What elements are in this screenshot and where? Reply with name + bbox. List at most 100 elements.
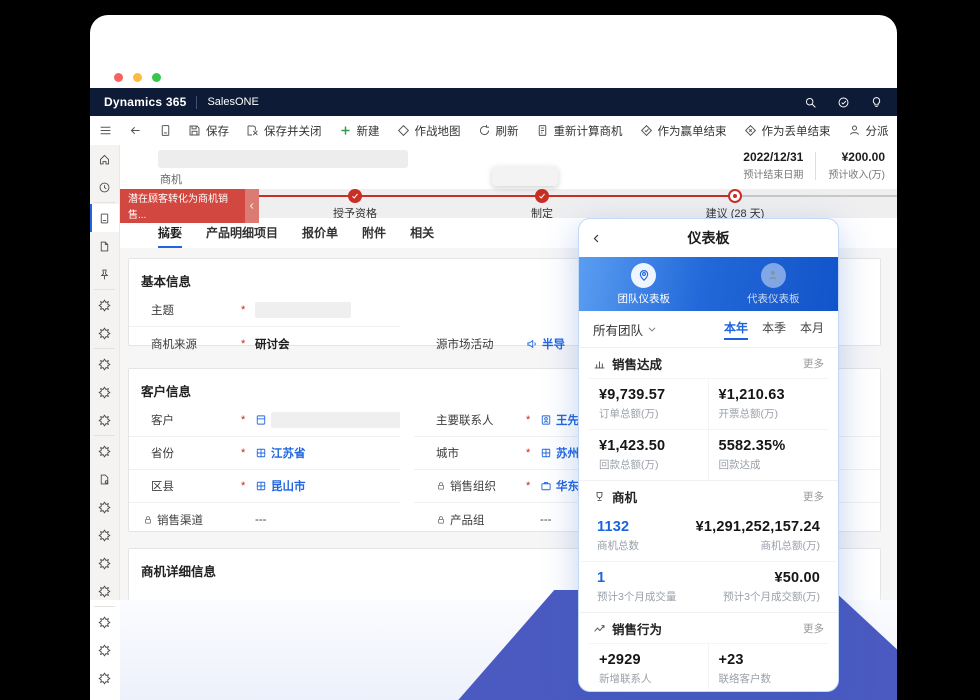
hamburger-menu-icon[interactable]	[99, 124, 112, 137]
field-label: 客户	[151, 412, 241, 428]
search-icon[interactable]	[804, 96, 817, 109]
section-opportunities: 商机 更多	[579, 480, 838, 511]
tab-related[interactable]: 相关	[410, 224, 434, 248]
assign-icon	[848, 124, 861, 137]
back-arrow-icon[interactable]	[129, 124, 142, 137]
sidebar-item-entity[interactable]	[90, 350, 119, 378]
chevron-left-icon	[591, 233, 602, 244]
sidebar-divider	[94, 348, 115, 349]
more-link[interactable]: 更多	[803, 356, 824, 371]
chevron-down-icon[interactable]	[647, 324, 657, 334]
sidebar-item-entity[interactable]	[90, 437, 119, 465]
sidebar-item-entity[interactable]	[90, 608, 119, 636]
refresh-button[interactable]: 刷新	[478, 123, 519, 139]
period-tab-year[interactable]: 本年	[724, 319, 748, 340]
county-value[interactable]: 昆山市	[255, 478, 306, 494]
sidebar-item-entity[interactable]	[90, 549, 119, 577]
sidebar-item-entity[interactable]	[90, 636, 119, 664]
tab-rep-dashboard[interactable]: 代表仪表板	[709, 257, 839, 311]
tab-quotes[interactable]: 报价单	[302, 224, 338, 248]
traffic-light-zoom[interactable]	[152, 73, 161, 82]
close-as-won-button[interactable]: 作为赢单结束	[640, 123, 727, 139]
lock-icon	[143, 515, 153, 525]
more-link[interactable]: 更多	[803, 621, 824, 636]
stage-propose-marker[interactable]	[728, 189, 742, 203]
process-banner[interactable]: 潜在顾客转化为商机销售... 已开启 42 天	[120, 189, 245, 223]
period-tab-quarter[interactable]: 本季	[762, 319, 786, 340]
campaign-value[interactable]: 半导	[526, 336, 565, 352]
lightbulb-icon[interactable]	[870, 96, 883, 109]
entity-placeholder-icon	[98, 299, 111, 312]
sidebar-item-entity[interactable]	[90, 493, 119, 521]
field-label: 销售渠道	[143, 512, 241, 528]
sidebar-item-entity[interactable]	[90, 319, 119, 347]
sidebar-item-pinned[interactable]	[90, 260, 119, 288]
record-title-redacted	[158, 150, 408, 168]
sidebar-item-home[interactable]	[90, 145, 119, 173]
period-tab-month[interactable]: 本月	[800, 319, 824, 340]
close-lost-icon	[744, 124, 757, 137]
subject-input-redacted[interactable]	[255, 302, 351, 318]
metric-order-total: ¥9,739.57 订单总额(万)	[589, 379, 709, 430]
megaphone-icon	[526, 338, 538, 350]
field-label: 商机来源	[151, 336, 241, 352]
bpf-progress-line	[259, 195, 735, 197]
assign-button[interactable]: 分派	[848, 123, 889, 139]
redacted-chip	[492, 166, 558, 186]
process-banner-collapse[interactable]	[245, 189, 259, 223]
sidebar-item-current-record[interactable]	[90, 204, 119, 232]
sidebar-item-reports[interactable]	[90, 465, 119, 493]
source-value[interactable]: 研讨会	[255, 336, 290, 352]
sidebar-divider	[94, 606, 115, 607]
tab-team-dashboard[interactable]: 团队仪表板	[579, 257, 709, 311]
team-pin-icon	[637, 268, 651, 282]
save-and-close-button[interactable]: 保存并关闭	[246, 123, 322, 139]
close-as-lost-button[interactable]: 作为丢单结束	[744, 123, 831, 139]
app-name[interactable]: SalesONE	[207, 96, 258, 108]
brand-logo[interactable]: Dynamics 365	[104, 95, 186, 109]
guidance-icon[interactable]	[837, 96, 850, 109]
traffic-light-close[interactable]	[114, 73, 123, 82]
record-entity-icon[interactable]	[159, 124, 172, 137]
chevron-left-icon	[248, 202, 256, 210]
product-group-value[interactable]: ---	[540, 514, 552, 526]
battle-map-button[interactable]: 作战地图	[397, 123, 461, 139]
sidebar-item-entity[interactable]	[90, 406, 119, 434]
new-button[interactable]: 新建	[339, 123, 380, 139]
plus-icon	[339, 124, 352, 137]
org-value[interactable]: 华东	[540, 478, 579, 494]
entity-placeholder-icon	[98, 327, 111, 340]
stage-qualify-check[interactable]	[348, 189, 362, 203]
sitemap-rail	[90, 145, 120, 600]
sidebar-item-entity[interactable]	[90, 291, 119, 319]
tab-attachments[interactable]: 附件	[362, 224, 386, 248]
province-value[interactable]: 江苏省	[255, 445, 306, 461]
save-button[interactable]: 保存	[188, 123, 229, 139]
traffic-light-minimize[interactable]	[133, 73, 142, 82]
required-asterisk: *	[241, 304, 255, 316]
opportunity-count[interactable]: 1132	[597, 519, 639, 535]
battle-map-icon	[397, 124, 410, 137]
account-value[interactable]	[255, 412, 400, 428]
channel-value[interactable]: ---	[255, 514, 267, 526]
back-button[interactable]	[591, 230, 607, 246]
sidebar-item-entity[interactable]	[90, 521, 119, 549]
team-filter-dropdown[interactable]: 所有团队	[593, 320, 643, 339]
stage-develop-check[interactable]	[535, 189, 549, 203]
sidebar-item-documents[interactable]	[90, 232, 119, 260]
entity-placeholder-icon	[98, 644, 111, 657]
more-link[interactable]: 更多	[803, 489, 824, 504]
sidebar-item-entity[interactable]	[90, 577, 119, 605]
required-asterisk: *	[241, 447, 255, 459]
forecast-count[interactable]: 1	[597, 570, 676, 586]
sidebar-item-entity[interactable]	[90, 378, 119, 406]
sales-metric-grid: ¥9,739.57 订单总额(万) ¥1,210.63 开票总额(万) ¥1,4…	[589, 378, 828, 480]
metric-payment-total: ¥1,423.50 回款总额(万)	[589, 430, 709, 480]
sidebar-divider	[94, 202, 115, 203]
account-redacted	[271, 412, 400, 428]
region-icon	[540, 447, 552, 459]
sidebar-item-entity[interactable]	[90, 664, 119, 692]
recalculate-opportunity-button[interactable]: 重新计算商机	[536, 123, 623, 139]
sidebar-item-recent[interactable]	[90, 173, 119, 201]
sidebar-divider	[94, 289, 115, 290]
